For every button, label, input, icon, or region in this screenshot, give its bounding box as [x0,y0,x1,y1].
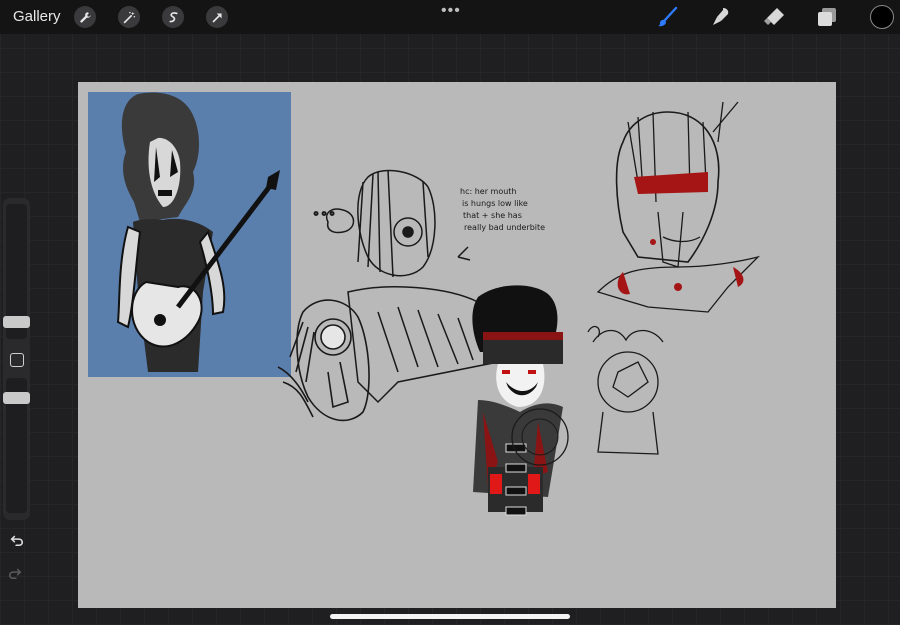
more-options-button[interactable]: ••• [441,2,461,20]
gallery-button[interactable]: Gallery [13,8,61,25]
note-line-3: that + she has [463,211,522,220]
layers-icon [818,8,836,26]
adjustments-button[interactable] [118,6,140,28]
colored-character [472,285,569,516]
selection-icon [168,11,178,22]
note-line-2: is hungs low like [462,199,528,208]
chibi-sketch [587,325,664,455]
undo-icon [10,535,24,547]
note-line-1: hc: her mouth [460,187,517,196]
brush-tool-button[interactable] [656,5,680,29]
smudge-icon [713,8,729,25]
transform-button[interactable] [206,6,228,28]
eraser-tool-button[interactable] [762,5,786,29]
color-picker-button[interactable] [870,5,894,29]
brush-size-slider[interactable] [3,316,30,328]
undo-button[interactable] [6,529,28,551]
wrench-icon [79,11,91,23]
magic-wand-icon [123,11,135,23]
left-sidebar [3,198,30,547]
transform-arrow-icon [212,12,222,22]
redo-icon [8,568,22,580]
actions-button[interactable] [74,6,96,28]
brush-icon [658,6,678,27]
modify-button[interactable] [10,353,24,367]
note-line-4: really bad underbite [464,223,545,232]
drawing-canvas[interactable]: hc: her mouth is hungs low like that + s… [78,82,836,608]
eraser-icon [764,8,784,25]
layers-button[interactable] [815,5,839,29]
smudge-tool-button[interactable] [709,5,733,29]
bloody-head-sketch [596,101,761,313]
artwork: hc: her mouth is hungs low like that + s… [88,92,761,516]
selection-button[interactable] [162,6,184,28]
opacity-slider[interactable] [3,392,30,404]
guitarist-illustration [88,92,291,377]
top-toolbar: Gallery ••• [0,0,900,34]
home-indicator[interactable] [330,614,570,619]
handwritten-note: hc: her mouth is hungs low like that + s… [460,187,545,232]
redo-button[interactable] [4,562,26,584]
